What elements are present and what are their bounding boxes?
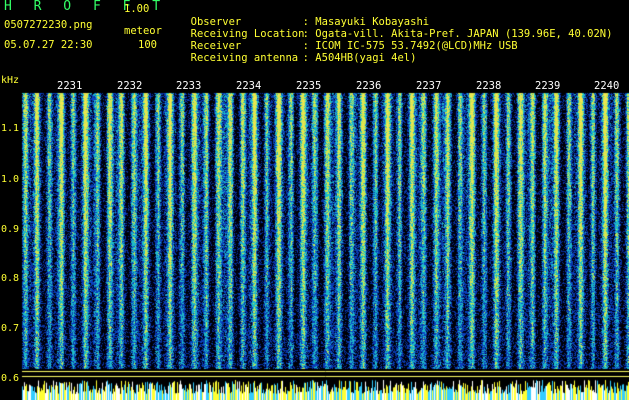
x-tick-label: 2237 [416, 80, 442, 92]
x-tick-label: 2233 [176, 80, 202, 92]
y-tick-label: 0.6 [1, 373, 20, 384]
file-name: 0507272230.png [4, 19, 93, 31]
x-tick-label: 2235 [296, 80, 322, 92]
y-tick-label: 1.1 [1, 123, 20, 134]
info-value: : A504HB(yagi 4el) [302, 52, 417, 64]
axis-unit-label: kHz [1, 75, 20, 86]
spectrogram-canvas [0, 75, 629, 400]
x-tick-label: 2239 [535, 80, 561, 92]
x-tick-label: 2236 [356, 80, 382, 92]
y-tick-label: 0.7 [1, 323, 20, 334]
x-tick-label: 2240 [594, 80, 620, 92]
timestamp: 05.07.27 22:30 [4, 39, 93, 51]
y-tick-label: 1.0 [1, 174, 20, 185]
x-tick-label: 2238 [476, 80, 502, 92]
count-value: 100 [138, 39, 157, 51]
info-antenna: Receiving antenna: A504HB(yagi 4el) [178, 40, 417, 64]
mode-label: meteor [124, 25, 162, 37]
x-tick-label: 2231 [57, 80, 83, 92]
y-tick-label: 0.8 [1, 273, 20, 284]
x-tick-label: 2232 [117, 80, 143, 92]
y-tick-label: 0.9 [1, 224, 20, 235]
info-key: Receiving antenna [190, 52, 299, 64]
x-tick-label: 2234 [236, 80, 262, 92]
app-version: 1.00 [124, 3, 150, 15]
